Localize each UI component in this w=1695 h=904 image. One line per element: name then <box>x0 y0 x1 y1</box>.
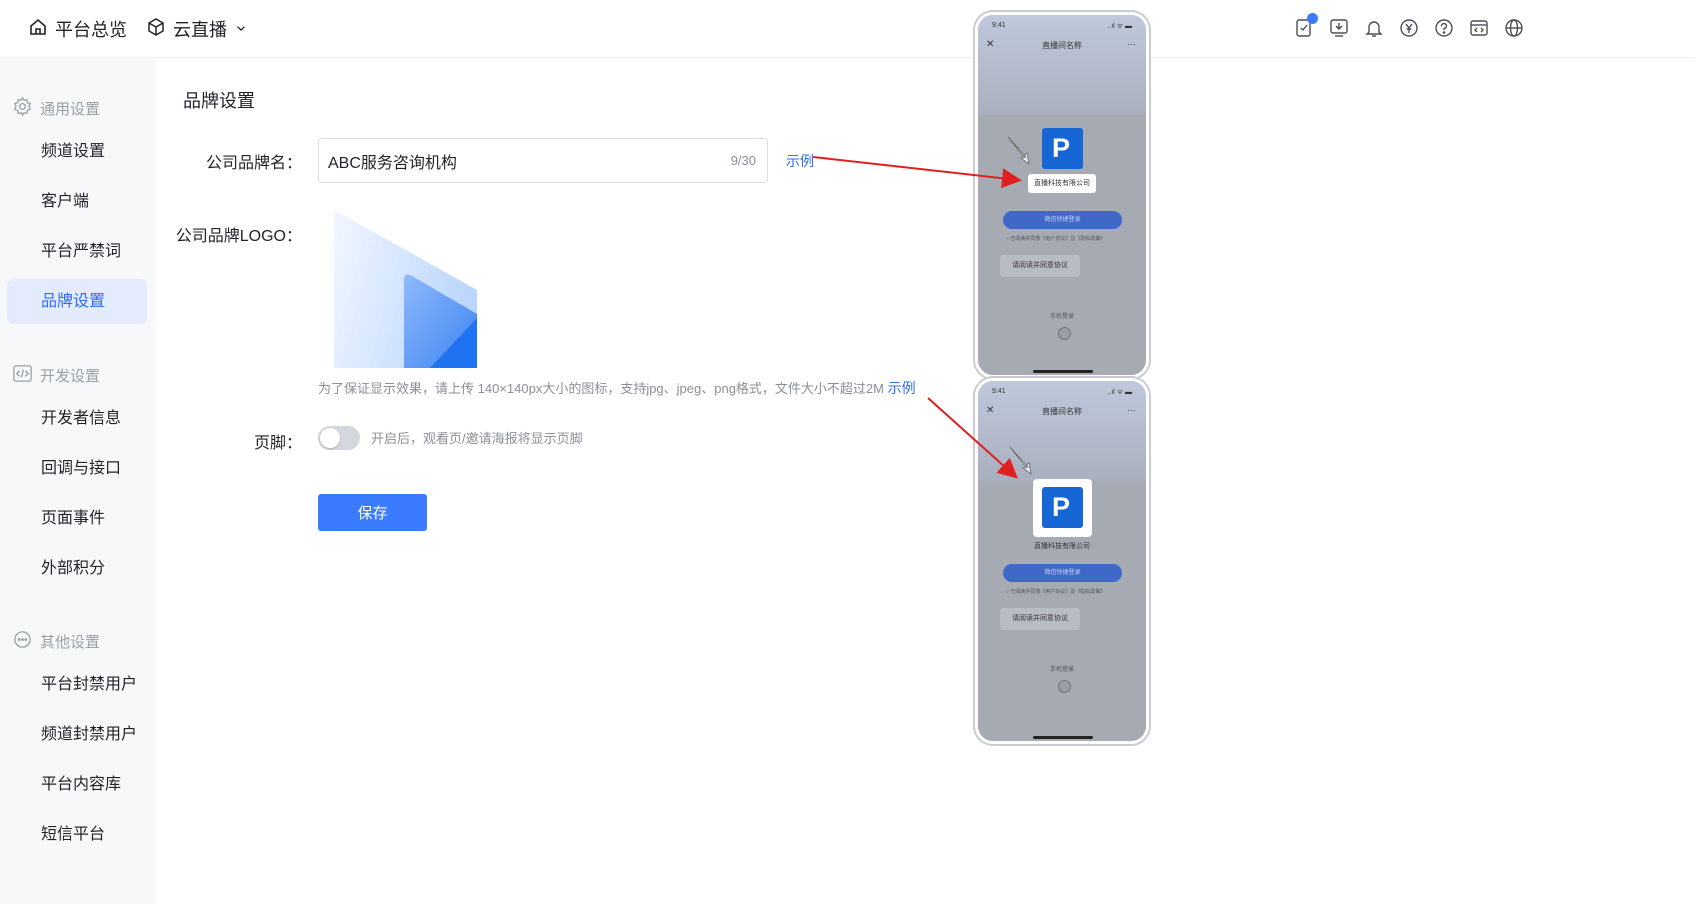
nav-platform-overview-label: 平台总览 <box>55 20 127 40</box>
chevron-down-icon[interactable] <box>234 19 248 40</box>
sidebar-item-developer-info[interactable]: 开发者信息 <box>7 396 147 441</box>
brand-logo-preview-phone: 9:41 ..ıl ᯤ ▬ ✕ 直播间名称 ··· P 直播科技有限公司 微信快… <box>973 376 1151 746</box>
sidebar-item-content-library[interactable]: 平台内容库 <box>7 762 147 807</box>
page-title: 品牌设置 <box>183 91 255 111</box>
bell-icon[interactable] <box>1363 17 1385 39</box>
sidebar-item-channel-settings[interactable]: 频道设置 <box>7 129 147 174</box>
nav-platform-overview[interactable]: 平台总览 <box>28 16 127 42</box>
nav-cloud-live-label: 云直播 <box>173 20 227 40</box>
preview-login-button: 微信快捷登录 <box>1003 564 1122 582</box>
preview-phone-login: 手机登录 <box>1049 667 1074 673</box>
preview-agreement: ○ 已阅读并同意《用户协议》及《隐私政策》 <box>1006 589 1106 595</box>
preview-room-title: 直播间名称 <box>1042 41 1082 50</box>
sidebar: 通用设置 频道设置 客户端 平台严禁词 品牌设置 开发设置 开发者信息 回调与接… <box>0 59 156 904</box>
download-icon[interactable] <box>1328 17 1350 39</box>
status-indicators: ..ıl ᯤ ▬ <box>1107 389 1132 396</box>
status-time: 9:41 <box>992 22 1006 29</box>
sidebar-item-page-events[interactable]: 页面事件 <box>7 496 147 541</box>
brand-logo-label: 公司品牌LOGO： <box>175 228 302 245</box>
notification-badge <box>1307 13 1318 24</box>
status-indicators: ..ıl ᯤ ▬ <box>1107 23 1132 30</box>
more-icon <box>12 629 33 654</box>
preview-logo: P <box>1042 128 1083 169</box>
preview-agree-tip: 请阅读并同意协议 <box>1000 255 1080 277</box>
cube-icon <box>146 17 166 42</box>
status-time: 9:41 <box>992 388 1006 395</box>
sidebar-item-callback-api[interactable]: 回调与接口 <box>7 446 147 491</box>
home-indicator <box>1033 736 1093 739</box>
sidebar-item-channel-banned-users[interactable]: 频道封禁用户 <box>7 712 147 757</box>
more-icon: ··· <box>1127 405 1136 415</box>
brand-name-input[interactable] <box>328 148 688 174</box>
group-title-label: 其他设置 <box>40 634 101 651</box>
preview-phone-login: 手机登录 <box>1049 314 1074 320</box>
preview-agree-tip: 请阅读并同意协议 <box>1000 608 1080 630</box>
sidebar-item-client[interactable]: 客户端 <box>7 179 147 224</box>
logo-example-link[interactable]: 示例 <box>888 380 916 396</box>
brand-name-label: 公司品牌名： <box>205 155 302 172</box>
preview-logo-letter: P <box>1052 492 1071 522</box>
preview-company-name-highlight: 直播科技有限公司 <box>1028 174 1096 193</box>
toggle-knob <box>320 428 340 448</box>
top-bar: 平台总览 云直播 <box>0 0 1695 58</box>
brand-name-preview-phone: 9:41 ..ıl ᯤ ▬ ✕ 直播间名称 ··· P 直播科技有限公司 微信快… <box>973 10 1151 380</box>
code-window-icon[interactable] <box>1468 17 1490 39</box>
sidebar-item-sms-platform[interactable]: 短信平台 <box>7 812 147 857</box>
phone-icon <box>1058 327 1071 340</box>
more-icon: ··· <box>1127 39 1136 49</box>
logo-upload-hint: 为了保证显示效果，请上传 140×140px大小的图标，支持jpg、jpeg、p… <box>318 378 916 398</box>
nav-cloud-live[interactable]: 云直播 <box>146 16 248 42</box>
help-icon[interactable] <box>1433 17 1455 39</box>
phone-icon <box>1058 680 1071 693</box>
sidebar-item-brand-settings[interactable]: 品牌设置 <box>7 279 147 324</box>
preview-company-name: 直播科技有限公司 <box>1034 543 1090 550</box>
group-dev-settings: 开发设置 <box>12 363 100 388</box>
brand-name-field-box: 9/30 <box>318 138 768 183</box>
globe-icon[interactable] <box>1503 17 1525 39</box>
group-other-settings: 其他设置 <box>12 629 100 654</box>
hatched-arrow-icon <box>1009 446 1032 475</box>
sidebar-item-banned-words[interactable]: 平台严禁词 <box>7 229 147 274</box>
home-indicator <box>1033 370 1093 373</box>
footer-toggle[interactable] <box>318 426 360 450</box>
gear-icon <box>12 96 33 121</box>
preview-logo-letter: P <box>1052 133 1071 163</box>
footer-description: 开启后，观看页/邀请海报将显示页脚 <box>371 431 583 446</box>
preview-agreement: ○ 已阅读并同意《用户协议》及《隐私政策》 <box>1006 236 1106 242</box>
save-button[interactable]: 保存 <box>318 494 427 531</box>
group-title-label: 通用设置 <box>40 101 101 118</box>
top-icon-bar <box>1293 13 1525 39</box>
code-icon <box>12 363 33 388</box>
hatched-arrow-icon <box>1007 136 1030 165</box>
logo-hint-text: 为了保证显示效果，请上传 140×140px大小的图标，支持jpg、jpeg、p… <box>318 381 884 396</box>
task-icon[interactable] <box>1293 13 1318 39</box>
preview-room-title: 直播间名称 <box>1042 407 1082 416</box>
brand-logo-image[interactable] <box>334 210 477 368</box>
group-general-settings: 通用设置 <box>12 96 100 121</box>
sidebar-item-platform-banned-users[interactable]: 平台封禁用户 <box>7 662 147 707</box>
group-title-label: 开发设置 <box>40 368 101 385</box>
preview-login-button: 微信快捷登录 <box>1003 211 1122 229</box>
footer-label: 页脚： <box>253 435 302 452</box>
brand-name-char-count: 9/30 <box>730 153 756 168</box>
home-icon <box>28 17 48 42</box>
sidebar-item-external-points[interactable]: 外部积分 <box>7 546 147 591</box>
brand-name-example-link[interactable]: 示例 <box>786 151 814 171</box>
yen-icon[interactable] <box>1398 17 1420 39</box>
preview-logo: P <box>1042 487 1083 528</box>
